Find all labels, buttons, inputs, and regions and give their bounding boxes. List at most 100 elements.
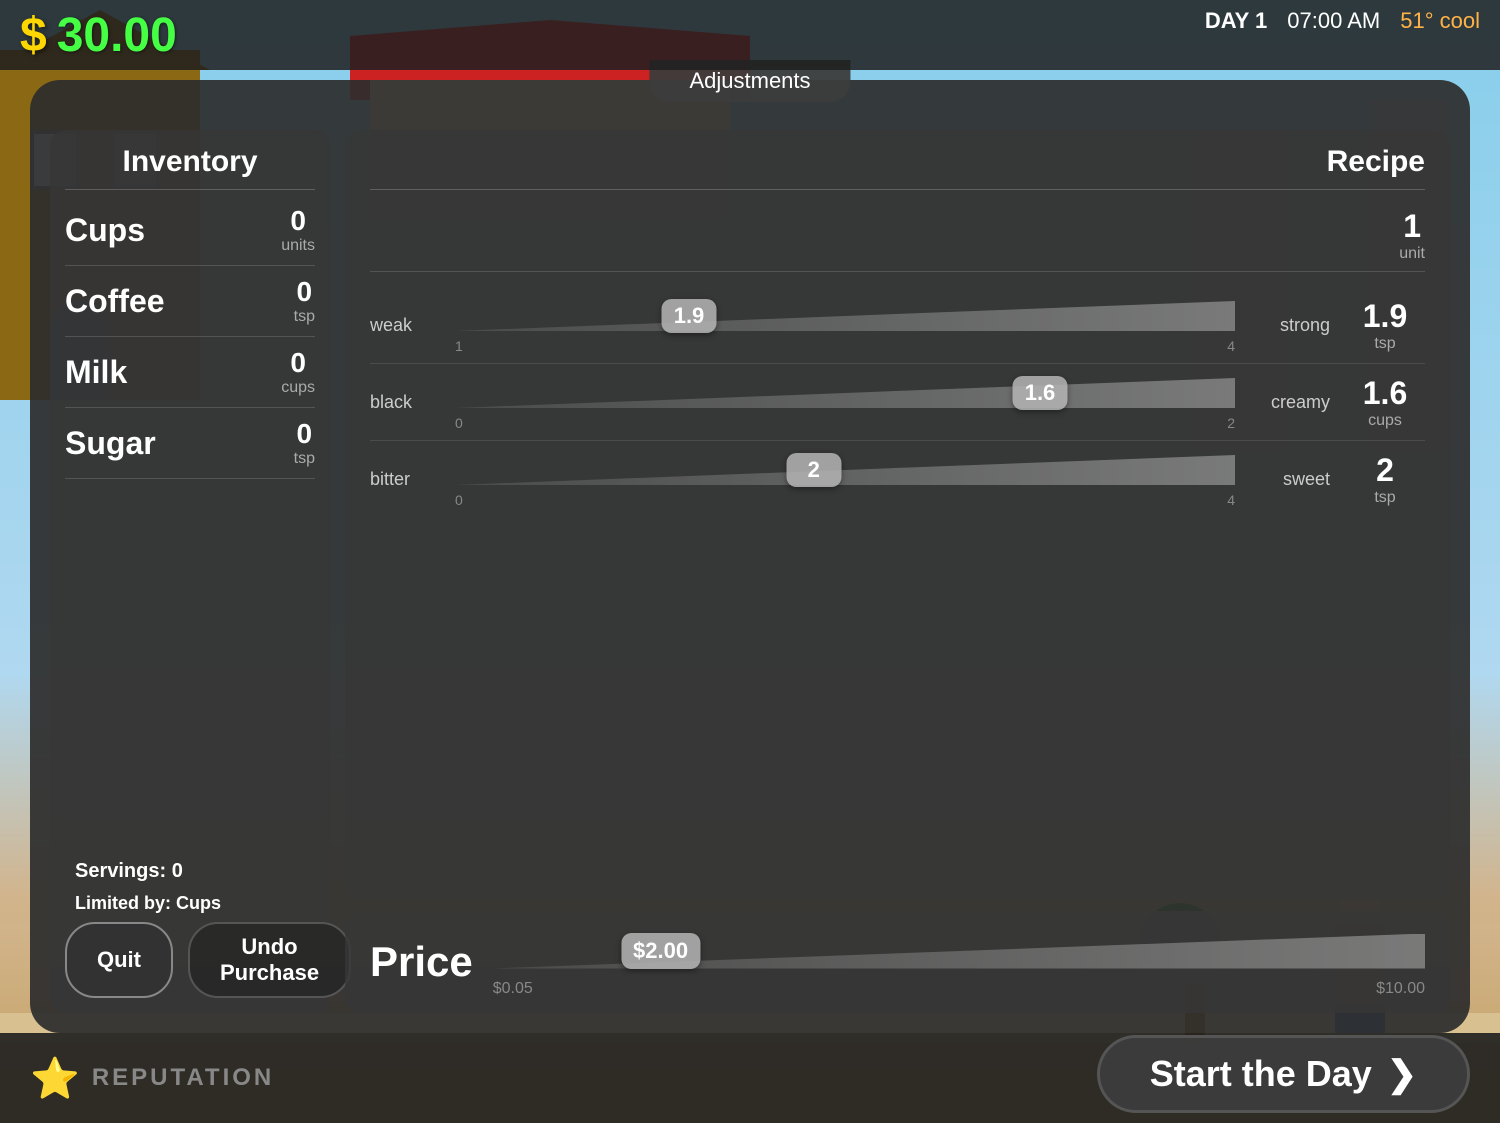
price-max-label: $10.00	[1376, 980, 1425, 998]
panel-content: Inventory Cups 0 units Coffee 0 tsp Milk…	[50, 130, 1450, 1013]
coffee-slider-thumb[interactable]: 1.9	[662, 299, 717, 333]
inventory-milk-row: Milk 0 cups	[65, 337, 315, 408]
servings-row: Servings: 0	[65, 845, 315, 893]
coffee-range-labels: 1 4	[455, 338, 1235, 354]
cups-recipe-qty: 1	[1399, 208, 1425, 245]
servings-info: Servings: 0	[75, 860, 183, 883]
milk-slider-container[interactable]: 1.6 0 2	[455, 372, 1235, 432]
sugar-triangle-fill	[455, 455, 1235, 485]
cups-label: Cups	[65, 212, 145, 249]
black-label: black	[370, 392, 440, 413]
strong-label: strong	[1250, 315, 1330, 336]
price-panel: Price $2.00 $0.05 $10.00	[345, 911, 1450, 1013]
sugar-slider-container[interactable]: 2 0 4	[455, 449, 1235, 509]
coffee-max-label: 4	[1227, 338, 1235, 354]
price-range-labels: $0.05 $10.00	[493, 980, 1425, 998]
recipe-panel: Recipe 1 unit weak	[345, 130, 1450, 899]
inventory-panel: Inventory Cups 0 units Coffee 0 tsp Milk…	[50, 130, 330, 1013]
recipe-column: Recipe 1 unit weak	[345, 130, 1450, 1013]
milk-max-label: 2	[1227, 415, 1235, 431]
start-day-text: Start the Day	[1150, 1053, 1372, 1095]
servings-label: Servings:	[75, 860, 166, 882]
weather-condition: cool	[1440, 8, 1480, 33]
creamy-label: creamy	[1250, 392, 1330, 413]
limited-item: Cups	[176, 893, 221, 913]
sugar-range-labels: 0 4	[455, 492, 1235, 508]
reputation-badge: ⭐ REPUTATION	[30, 1055, 274, 1102]
price-slider-thumb[interactable]: $2.00	[621, 933, 700, 969]
inventory-coffee-row: Coffee 0 tsp	[65, 266, 315, 337]
milk-slider-row: black 1.6 0 2 creamy	[370, 364, 1425, 441]
milk-qty: 0	[281, 347, 315, 379]
start-day-button[interactable]: Start the Day ❯	[1097, 1035, 1470, 1113]
sugar-slider-row: bitter 2 0 4 sweet	[370, 441, 1425, 517]
start-day-arrow-icon: ❯	[1387, 1053, 1417, 1095]
limited-label: Limited by:	[75, 893, 171, 913]
sugar-max-label: 4	[1227, 492, 1235, 508]
coffee-strength-slider-row: weak 1.9 1 4 strong	[370, 287, 1425, 364]
inventory-cups-row: Cups 0 units	[65, 195, 315, 266]
milk-slider-triangle	[455, 378, 1235, 408]
coffee-label: Coffee	[65, 283, 165, 320]
sugar-label: Sugar	[65, 425, 156, 462]
sugar-qty: 0	[294, 418, 315, 450]
inventory-sugar-row: Sugar 0 tsp	[65, 408, 315, 479]
milk-amount: 0 cups	[281, 347, 315, 397]
weak-label: weak	[370, 315, 440, 336]
milk-range-labels: 0 2	[455, 415, 1235, 431]
servings-count: 0	[172, 860, 183, 882]
cups-recipe-unit: unit	[1399, 245, 1425, 263]
milk-slider-thumb[interactable]: 1.6	[1013, 376, 1068, 410]
bitter-label: bitter	[370, 469, 440, 490]
coffee-unit: tsp	[294, 308, 315, 326]
milk-unit: cups	[281, 379, 315, 397]
coffee-slider-track: 1.9	[455, 296, 1235, 336]
main-panel: Inventory Cups 0 units Coffee 0 tsp Milk…	[30, 80, 1470, 1033]
day-info: DAY 1 07:00 AM 51° cool	[1205, 8, 1480, 34]
quit-button[interactable]: Quit	[65, 922, 173, 998]
sugar-min-label: 0	[455, 492, 463, 508]
milk-recipe-qty: 1.6	[1345, 375, 1425, 412]
sugar-recipe-unit: tsp	[1345, 489, 1425, 507]
cups-amount: 0 units	[281, 205, 315, 255]
cups-recipe-value: 1 unit	[1399, 208, 1425, 263]
day-number: 1	[1255, 8, 1267, 33]
coffee-qty: 0	[294, 276, 315, 308]
day-badge: DAY 1	[1205, 8, 1267, 34]
milk-slider-track: 1.6	[455, 373, 1235, 413]
coffee-slider-triangle	[455, 301, 1235, 331]
price-slider-container[interactable]: $2.00 $0.05 $10.00	[493, 926, 1425, 998]
coffee-amount: 0 tsp	[294, 276, 315, 326]
cups-unit: units	[281, 237, 315, 255]
dollar-icon: $	[20, 8, 47, 63]
header-bar: $ 30.00 DAY 1 07:00 AM 51° cool	[0, 0, 1500, 70]
milk-triangle-fill	[455, 378, 1235, 408]
reputation-icon: ⭐	[30, 1055, 80, 1102]
day-label: DAY	[1205, 8, 1249, 33]
recipe-header: Recipe	[370, 145, 1425, 190]
coffee-min-label: 1	[455, 338, 463, 354]
buttons-row: Quit Undo Purchase	[65, 922, 315, 998]
sugar-recipe-qty: 2	[1345, 452, 1425, 489]
inventory-title: Inventory	[65, 145, 315, 190]
coffee-slider-container[interactable]: 1.9 1 4	[455, 295, 1235, 355]
price-slider-track: $2.00	[493, 926, 1425, 976]
coffee-recipe-qty: 1.9	[1345, 298, 1425, 335]
footer-bar: ⭐ REPUTATION Start the Day ❯	[0, 1033, 1500, 1123]
reputation-label: REPUTATION	[92, 1064, 274, 1092]
milk-min-label: 0	[455, 415, 463, 431]
milk-label: Milk	[65, 354, 127, 391]
recipe-title: Recipe	[1327, 145, 1425, 179]
undo-purchase-button[interactable]: Undo Purchase	[188, 922, 351, 998]
sweet-label: sweet	[1250, 469, 1330, 490]
limited-info: Limited by: Cups	[65, 893, 315, 922]
sugar-slider-thumb[interactable]: 2	[786, 453, 841, 487]
milk-recipe-unit: cups	[1345, 412, 1425, 430]
temperature: 51°	[1400, 8, 1433, 33]
price-label: Price	[370, 938, 473, 986]
cups-recipe-row: 1 unit	[370, 200, 1425, 272]
coffee-recipe-unit: tsp	[1345, 335, 1425, 353]
cups-qty: 0	[281, 205, 315, 237]
time-display: 07:00 AM	[1287, 8, 1380, 34]
sugar-recipe-value: 2 tsp	[1345, 452, 1425, 507]
